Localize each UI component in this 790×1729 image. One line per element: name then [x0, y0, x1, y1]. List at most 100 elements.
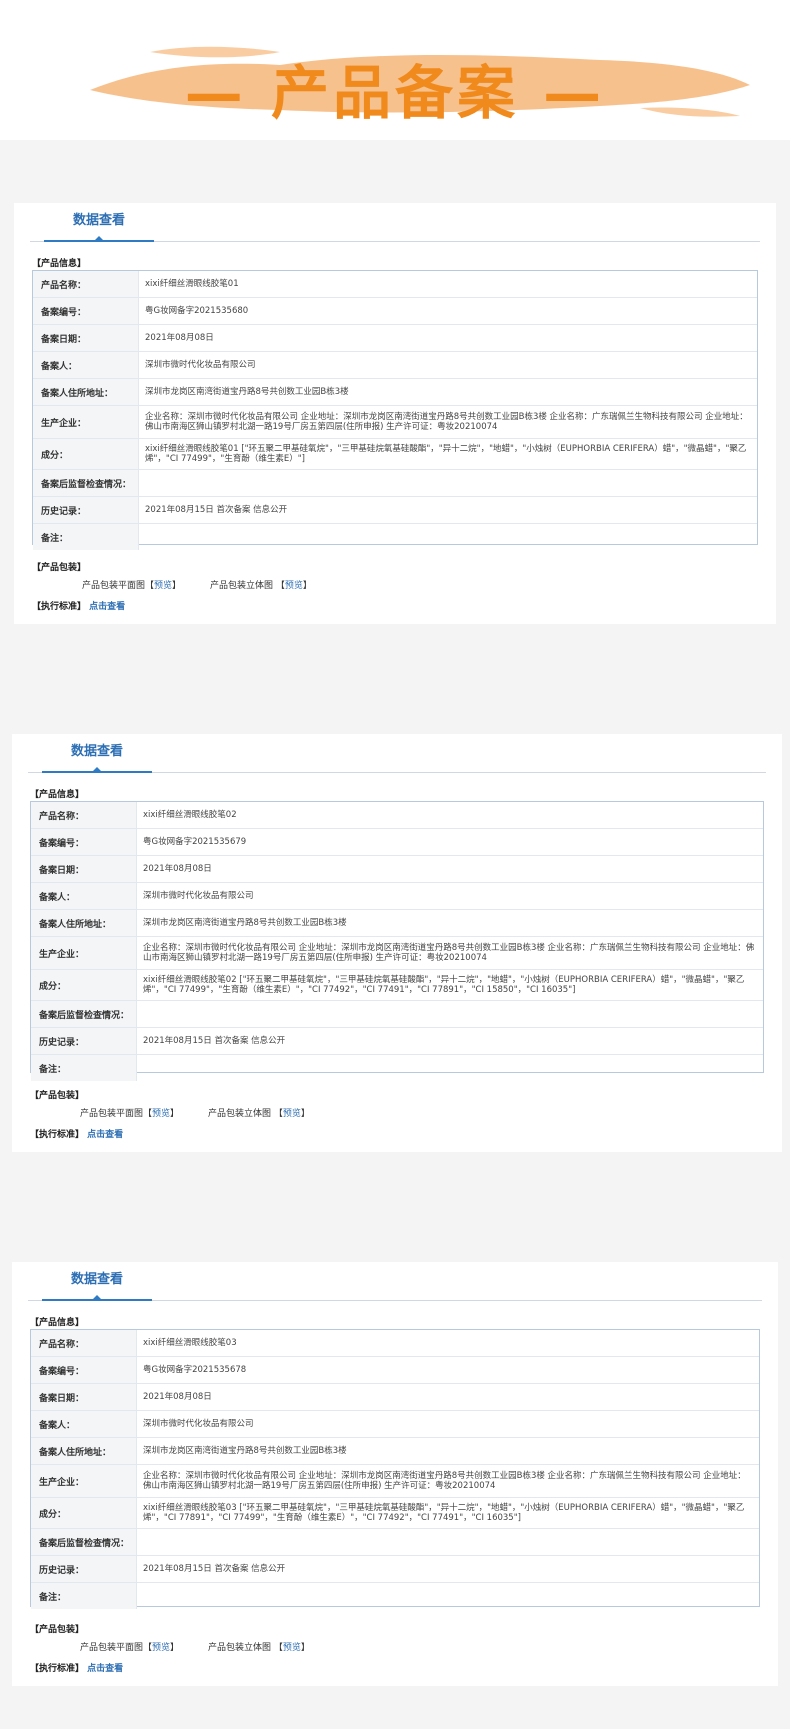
pkg-flat-label: 产品包装平面图【: [80, 1109, 153, 1119]
info-row-history: 历史记录： 2021年08月15日 首次备案 信息公开: [31, 1028, 763, 1055]
info-row-name: 产品名称： xixi纤细丝滑眼线胶笔01: [33, 271, 757, 298]
info-label: 备案后监督检查情况：: [31, 1529, 137, 1555]
preview-3d-link[interactable]: 预览: [283, 1109, 301, 1119]
pkg-section-label: 【产品包装】: [32, 563, 87, 573]
info-section-label: 【产品信息】: [30, 790, 85, 800]
info-row-maker: 生产企业： 企业名称：深圳市微时代化妆品有限公司 企业地址：深圳市龙岗区南湾街道宝…: [31, 1465, 759, 1498]
info-row-filer: 备案人： 深圳市微时代化妆品有限公司: [31, 1411, 759, 1438]
record-card: 数据查看 【产品信息】 产品名称： xixi纤细丝滑眼线胶笔03 备案编号： 粤G妆网备字…: [12, 1262, 778, 1686]
info-label: 备注：: [31, 1055, 137, 1081]
info-row-note: 备注：: [33, 524, 757, 550]
preview-flat-link[interactable]: 预览: [154, 581, 172, 591]
tab-caret-icon: [92, 1295, 102, 1300]
info-label: 备案人：: [31, 883, 137, 909]
bracket: 】: [170, 1643, 180, 1653]
info-table: 产品名称： xixi纤细丝滑眼线胶笔03 备案编号： 粤G妆网备字2021535678…: [30, 1329, 760, 1609]
info-label: 备案编号：: [33, 298, 139, 324]
info-label: 备注：: [31, 1583, 137, 1609]
info-label: 备案日期：: [33, 325, 139, 351]
info-value: 企业名称：深圳市微时代化妆品有限公司 企业地址：深圳市龙岗区南湾街道宝丹路8号共…: [145, 412, 748, 432]
info-label: 历史记录：: [31, 1556, 137, 1582]
pkg-3d-label: 产品包装立体图 【: [210, 581, 285, 591]
info-row-code: 备案编号： 粤G妆网备字2021535678: [31, 1357, 759, 1384]
tab-bar: 数据查看: [30, 203, 760, 242]
info-value: [137, 1001, 763, 1027]
info-value: xixi纤细丝滑眼线胶笔02 ["环五聚二甲基硅氧烷"，"三甲基硅烷氧基硅酸酯"…: [143, 975, 745, 995]
info-table: 产品名称： xixi纤细丝滑眼线胶笔02 备案编号： 粤G妆网备字2021535679…: [30, 801, 764, 1081]
std-section-label: 【执行标准】: [30, 1664, 85, 1674]
tab-label: 数据查看: [70, 744, 123, 759]
info-label: 产品名称：: [33, 271, 139, 297]
info-section-label: 【产品信息】: [30, 1318, 85, 1328]
banner-title: — 产品备案 —: [184, 59, 606, 127]
pkg-flat-label: 产品包装平面图【: [80, 1643, 153, 1653]
pkg-3d-label: 产品包装立体图 【: [208, 1643, 283, 1653]
tab-label: 数据查看: [72, 213, 125, 228]
info-label: 备案编号：: [31, 829, 137, 855]
std-view-link[interactable]: 点击查看: [87, 1130, 123, 1140]
info-row-ingredients: 成分： xixi纤细丝滑眼线胶笔03 ["环五聚二甲基硅氧烷"，"三甲基硅烷氧基硅…: [31, 1498, 759, 1529]
tab-data-view[interactable]: 数据查看: [44, 209, 154, 242]
info-row-code: 备案编号： 粤G妆网备字2021535679: [31, 829, 763, 856]
info-value: xixi纤细丝滑眼线胶笔03: [143, 1338, 237, 1348]
bracket: 】: [300, 1643, 310, 1653]
pkg-3d: 产品包装立体图 【预览】: [208, 1640, 310, 1653]
info-label: 备案人住所地址：: [33, 379, 139, 405]
info-row-date: 备案日期： 2021年08月08日: [33, 325, 757, 352]
bracket: 】: [302, 581, 312, 591]
info-row-address: 备案人住所地址： 深圳市龙岗区南湾街道宝丹路8号共创数工业园B栋3楼: [33, 379, 757, 406]
pkg-flat-label: 产品包装平面图【: [82, 581, 155, 591]
info-row-address: 备案人住所地址： 深圳市龙岗区南湾街道宝丹路8号共创数工业园B栋3楼: [31, 910, 763, 937]
bracket: 】: [300, 1109, 310, 1119]
std-view-link[interactable]: 点击查看: [89, 602, 125, 612]
tab-caret-icon: [94, 236, 104, 241]
info-label: 成分：: [31, 1498, 137, 1528]
info-row-maker: 生产企业： 企业名称：深圳市微时代化妆品有限公司 企业地址：深圳市龙岗区南湾街道宝…: [31, 937, 763, 970]
info-row-name: 产品名称： xixi纤细丝滑眼线胶笔03: [31, 1330, 759, 1357]
info-label: 备案编号：: [31, 1357, 137, 1383]
tab-caret-icon: [92, 767, 102, 772]
info-value: 深圳市龙岗区南湾街道宝丹路8号共创数工业园B栋3楼: [143, 918, 347, 928]
info-label: 历史记录：: [31, 1028, 137, 1054]
info-row-date: 备案日期： 2021年08月08日: [31, 1384, 759, 1411]
preview-flat-link[interactable]: 预览: [152, 1109, 170, 1119]
info-label: 备案人：: [31, 1411, 137, 1437]
tab-data-view[interactable]: 数据查看: [42, 1268, 152, 1301]
preview-3d-link[interactable]: 预览: [283, 1643, 301, 1653]
info-label: 生产企业：: [33, 406, 139, 438]
info-label: 成分：: [31, 970, 137, 1000]
info-value: 粤G妆网备字2021535680: [145, 306, 249, 316]
tab-label: 数据查看: [70, 1272, 123, 1287]
info-label: 备注：: [33, 524, 139, 550]
info-label: 成分：: [33, 439, 139, 469]
info-label: 备案后监督检查情况：: [33, 470, 139, 496]
info-value: xixi纤细丝滑眼线胶笔03 ["环五聚二甲基硅氧烷"，"三甲基硅烷氧基硅酸酯"…: [143, 1503, 745, 1523]
info-row-ingredients: 成分： xixi纤细丝滑眼线胶笔02 ["环五聚二甲基硅氧烷"，"三甲基硅烷氧基硅…: [31, 970, 763, 1001]
info-value: 企业名称：深圳市微时代化妆品有限公司 企业地址：深圳市龙岗区南湾街道宝丹路8号共…: [143, 943, 755, 963]
preview-flat-link[interactable]: 预览: [152, 1643, 170, 1653]
preview-3d-link[interactable]: 预览: [285, 581, 303, 591]
info-value: [139, 470, 757, 496]
info-label: 生产企业：: [31, 937, 137, 969]
info-row-filer: 备案人： 深圳市微时代化妆品有限公司: [31, 883, 763, 910]
info-label: 生产企业：: [31, 1465, 137, 1497]
info-value: xixi纤细丝滑眼线胶笔01 ["环五聚二甲基硅氧烷"，"三甲基硅烷氧基硅酸酯"…: [145, 444, 747, 464]
info-row-post: 备案后监督检查情况：: [31, 1001, 763, 1028]
info-value: xixi纤细丝滑眼线胶笔01: [145, 279, 239, 289]
info-row-history: 历史记录： 2021年08月15日 首次备案 信息公开: [31, 1556, 759, 1583]
info-value: 粤G妆网备字2021535679: [143, 837, 247, 847]
info-value: 2021年08月08日: [143, 1392, 212, 1402]
info-label: 备案后监督检查情况：: [31, 1001, 137, 1027]
info-row-name: 产品名称： xixi纤细丝滑眼线胶笔02: [31, 802, 763, 829]
info-row-post: 备案后监督检查情况：: [31, 1529, 759, 1556]
std-view-link[interactable]: 点击查看: [87, 1664, 123, 1674]
info-value: 深圳市微时代化妆品有限公司: [145, 360, 256, 370]
record-card: 数据查看 【产品信息】 产品名称： xixi纤细丝滑眼线胶笔01 备案编号： 粤G妆网备字…: [14, 203, 776, 624]
info-label: 产品名称：: [31, 802, 137, 828]
banner: — 产品备案 —: [0, 0, 790, 140]
info-value: xixi纤细丝滑眼线胶笔02: [143, 810, 237, 820]
info-value: [137, 1583, 759, 1609]
pkg-section-label: 【产品包装】: [30, 1091, 85, 1101]
info-value: [137, 1055, 763, 1081]
tab-data-view[interactable]: 数据查看: [42, 740, 152, 773]
